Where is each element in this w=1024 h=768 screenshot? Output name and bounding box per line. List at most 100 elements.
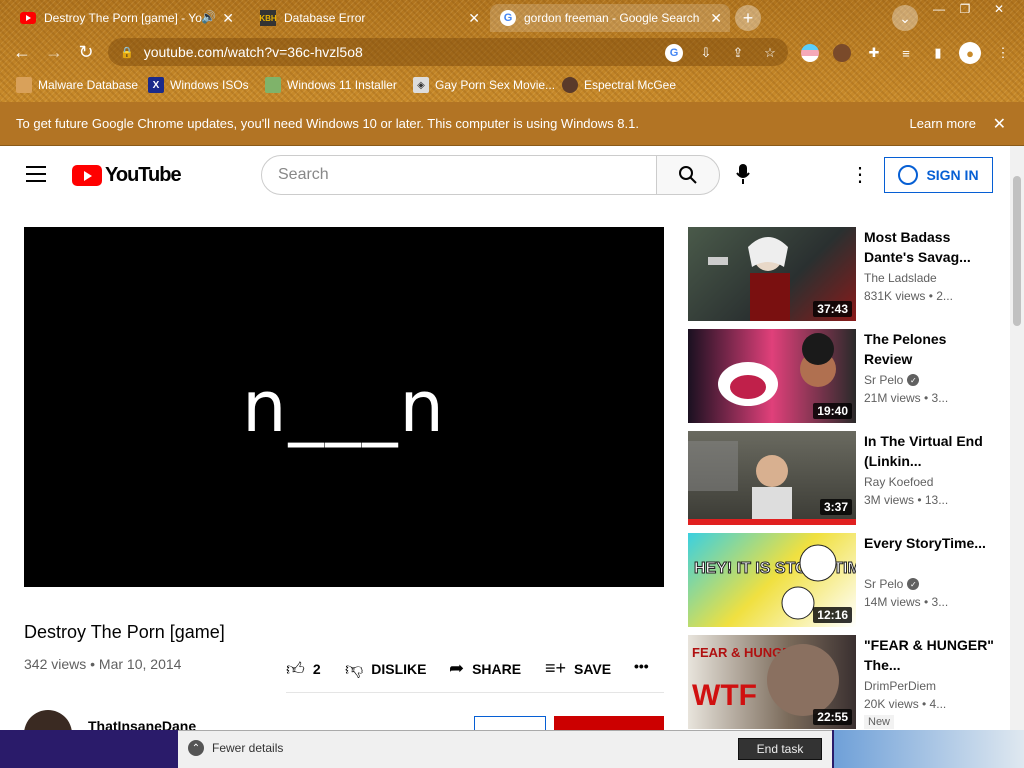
hamburger-menu-icon[interactable] — [26, 166, 46, 182]
avatar-icon — [562, 77, 578, 93]
recommendation-channel[interactable]: Sr Pelo ✓ — [864, 577, 920, 591]
recommendation-item[interactable]: 3:37 In The Virtual End (Linkin... Ray K… — [688, 431, 998, 525]
microphone-icon[interactable] — [736, 164, 750, 189]
extension-avatar-icon[interactable] — [833, 44, 851, 62]
video-thumbnail[interactable]: 37:43 — [688, 227, 856, 321]
tab-title: gordon freeman - Google Search — [524, 11, 700, 25]
bookmark-gay-porn-sex-movie[interactable]: ◈ Gay Porn Sex Movie... — [413, 76, 555, 94]
bookmark-windows-isos[interactable]: X Windows ISOs — [148, 76, 249, 94]
recommendation-item[interactable]: 37:43 Most Badass Dante's Savag... The L… — [688, 227, 998, 321]
search-input[interactable]: Search — [261, 155, 657, 195]
channel-avatar[interactable] — [24, 710, 72, 730]
tab-title: Database Error — [284, 11, 366, 25]
site-icon: ◈ — [413, 77, 429, 93]
recommendation-item[interactable]: 19:40 The Pelones Review Sr Pelo ✓ 21M vi… — [688, 329, 998, 423]
update-infobar: To get future Google Chrome updates, you… — [0, 102, 1024, 146]
side-panel-icon[interactable]: ▮ — [929, 44, 947, 62]
tab-database-error[interactable]: KBH Database Error ✕ — [250, 4, 488, 32]
tab-youtube[interactable]: Destroy The Porn [game] - Yo 🔊 ✕ — [10, 4, 242, 32]
tab-title: Destroy The Porn [game] - Yo — [44, 11, 202, 25]
join-button[interactable] — [474, 716, 546, 730]
bookmark-star-icon[interactable]: ☆ — [761, 44, 779, 62]
media-queue-icon[interactable]: ≡ — [897, 44, 915, 62]
close-window-icon[interactable]: ✕ — [984, 0, 1014, 18]
recommendation-title[interactable]: The Pelones Review — [864, 329, 994, 369]
dislike-button[interactable]: 👎︎ DISLIKE — [345, 658, 427, 680]
chevron-up-icon: ⌃ — [188, 740, 204, 756]
recommendation-channel[interactable]: DrimPerDiem — [864, 679, 936, 693]
reload-icon[interactable]: ↻ — [74, 40, 98, 64]
close-tab-icon[interactable]: ✕ — [468, 10, 480, 27]
tab-search-button[interactable]: ⌄ — [892, 5, 918, 31]
subscribe-button[interactable] — [554, 716, 664, 730]
lock-icon[interactable]: 🔒 — [120, 46, 134, 59]
maximize-icon[interactable]: ❐ — [950, 0, 980, 18]
chrome-menu-icon[interactable]: ⋮ — [994, 44, 1012, 62]
recommendation-channel[interactable]: Ray Koefoed — [864, 475, 933, 489]
more-actions-icon[interactable]: ••• — [634, 658, 649, 674]
settings-dots-icon[interactable]: ⋮ — [850, 162, 870, 187]
page-scrollbar[interactable] — [1010, 146, 1024, 730]
video-thumbnail[interactable]: FEAR & HUNGER WTF 22:55 — [688, 635, 856, 729]
like-button[interactable]: 👍︎ 2 — [286, 658, 321, 680]
youtube-logo[interactable]: YouTube — [72, 164, 182, 187]
recommendation-item[interactable]: HEY! IT IS STORY TIME! 12:16 Every Story… — [688, 533, 998, 627]
profile-avatar-icon[interactable]: ● — [959, 42, 981, 64]
new-tab-button[interactable]: + — [735, 5, 761, 31]
account-icon — [898, 165, 919, 185]
close-tab-icon[interactable]: ✕ — [710, 10, 722, 27]
close-tab-icon[interactable]: ✕ — [222, 10, 234, 27]
bookmark-espectral-mcgee[interactable]: Espectral McGee — [562, 76, 676, 94]
share-button[interactable]: ➦ SHARE — [449, 658, 521, 679]
thumbs-up-icon: 👍︎ — [286, 659, 305, 679]
channel-name[interactable]: ThatInsaneDane — [88, 718, 196, 730]
youtube-icon — [20, 10, 36, 26]
video-thumbnail[interactable]: 3:37 — [688, 431, 856, 525]
video-thumbnail[interactable]: HEY! IT IS STORY TIME! 12:16 — [688, 533, 856, 627]
thumbnail-text: WTF — [692, 679, 757, 712]
bookmark-malware-database[interactable]: Malware Database — [16, 76, 138, 94]
youtube-page: YouTube Search ⋮ SIGN IN n___n Destroy T… — [0, 146, 1010, 730]
recommendation-title[interactable]: In The Virtual End (Linkin... — [864, 431, 994, 471]
forward-icon[interactable]: → — [42, 40, 66, 64]
tab-google-search[interactable]: G gordon freeman - Google Search ✕ — [490, 4, 730, 32]
kbh-icon: KBH — [259, 10, 277, 26]
divider — [286, 692, 664, 693]
recommendation-channel[interactable]: Sr Pelo ✓ — [864, 373, 920, 387]
save-button[interactable]: ≡+ SAVE — [545, 658, 611, 679]
task-manager-window: ⌃ Fewer details End task — [178, 730, 832, 768]
address-bar[interactable]: 🔒 youtube.com/watch?v=36c-hvzl5o8 — [108, 38, 788, 66]
share-arrow-icon: ➦ — [449, 658, 465, 678]
thumbs-down-icon: 👎︎ — [345, 659, 364, 679]
fewer-details-button[interactable]: ⌃ Fewer details — [188, 740, 283, 756]
verified-icon: ✓ — [907, 374, 920, 386]
extensions-puzzle-icon[interactable]: ✚ — [865, 44, 883, 62]
speaker-icon[interactable]: 🔊 — [201, 10, 216, 24]
recommendation-channel[interactable]: The Ladslade — [864, 271, 937, 285]
google-lens-icon[interactable]: G — [665, 44, 683, 62]
video-meta: 342 views • Mar 10, 2014 — [24, 656, 182, 672]
bookmark-windows-11-installer[interactable]: Windows 11 Installer — [265, 76, 397, 94]
video-player[interactable]: n___n — [24, 227, 664, 587]
install-app-icon[interactable]: ⇩ — [697, 44, 715, 62]
recommendation-title[interactable]: Every StoryTime... — [864, 533, 994, 573]
end-task-button[interactable]: End task — [738, 738, 822, 760]
sign-in-button[interactable]: SIGN IN — [884, 157, 993, 193]
search-button[interactable] — [656, 155, 720, 195]
image-icon — [265, 77, 281, 93]
video-title: Destroy The Porn [game] — [24, 622, 225, 642]
close-infobar-icon[interactable]: ✕ — [993, 114, 1006, 134]
back-icon[interactable]: ← — [10, 40, 34, 64]
verified-icon: ✓ — [907, 578, 920, 590]
playlist-add-icon: ≡+ — [545, 658, 567, 678]
scrollbar-thumb[interactable] — [1013, 176, 1021, 326]
recommendation-views: 14M views • 3... — [864, 595, 949, 609]
learn-more-link[interactable]: Learn more — [910, 116, 976, 131]
share-icon[interactable]: ⇪ — [729, 44, 747, 62]
recommendation-title[interactable]: Most Badass Dante's Savag... — [864, 227, 994, 267]
profile-flag-icon[interactable] — [801, 44, 819, 62]
recommendation-title[interactable]: "FEAR & HUNGER" The... — [864, 635, 994, 675]
recommendation-item[interactable]: FEAR & HUNGER WTF 22:55 "FEAR & HUNGER" T… — [688, 635, 998, 729]
video-thumbnail[interactable]: 19:40 — [688, 329, 856, 423]
desktop-background — [834, 730, 1024, 768]
